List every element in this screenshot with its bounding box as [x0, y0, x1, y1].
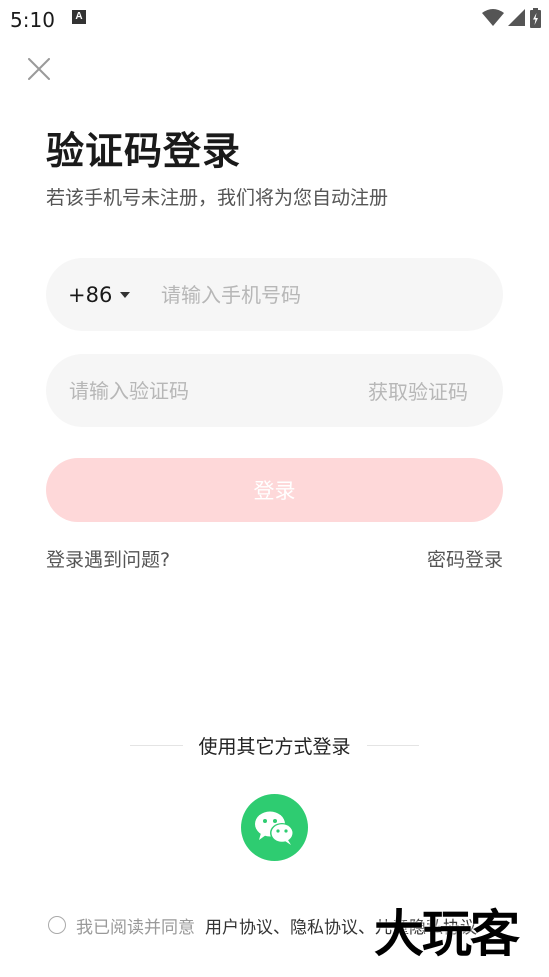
other-login-divider: 使用其它方式登录: [130, 730, 420, 760]
close-icon: [28, 58, 50, 80]
signal-icon: [508, 9, 525, 26]
page-title: 验证码登录: [46, 129, 242, 173]
status-icons: [482, 8, 541, 28]
watermark: 大玩客: [374, 905, 520, 963]
other-login-label: 使用其它方式登录: [198, 735, 351, 758]
phone-input[interactable]: [161, 258, 481, 331]
country-code-label: +86: [68, 282, 113, 307]
notification-a-icon: A: [72, 10, 86, 24]
wifi-icon: [482, 9, 504, 26]
get-code-button[interactable]: 获取验证码: [368, 354, 468, 427]
password-login-link[interactable]: 密码登录: [427, 546, 503, 574]
verification-code-input[interactable]: [69, 354, 319, 427]
login-button[interactable]: 登录: [46, 458, 503, 522]
wechat-login-button[interactable]: [241, 794, 308, 861]
country-code-select[interactable]: +86: [68, 258, 131, 331]
battery-charging-icon: [530, 8, 541, 28]
verification-code-field: 获取验证码: [46, 354, 503, 427]
divider-line-right: [366, 744, 420, 746]
agreement-checkbox[interactable]: [48, 916, 66, 934]
status-time: 5:10: [10, 8, 55, 32]
divider-line-left: [130, 744, 183, 746]
wechat-icon: [254, 811, 294, 845]
login-trouble-link[interactable]: 登录遇到问题?: [46, 546, 170, 574]
caret-down-icon: [120, 291, 131, 298]
agreement-prefix: 我已阅读并同意: [76, 917, 195, 938]
phone-field: +86: [46, 258, 503, 331]
close-button[interactable]: [24, 54, 54, 84]
page-subtitle: 若该手机号未注册，我们将为您自动注册: [46, 187, 389, 209]
